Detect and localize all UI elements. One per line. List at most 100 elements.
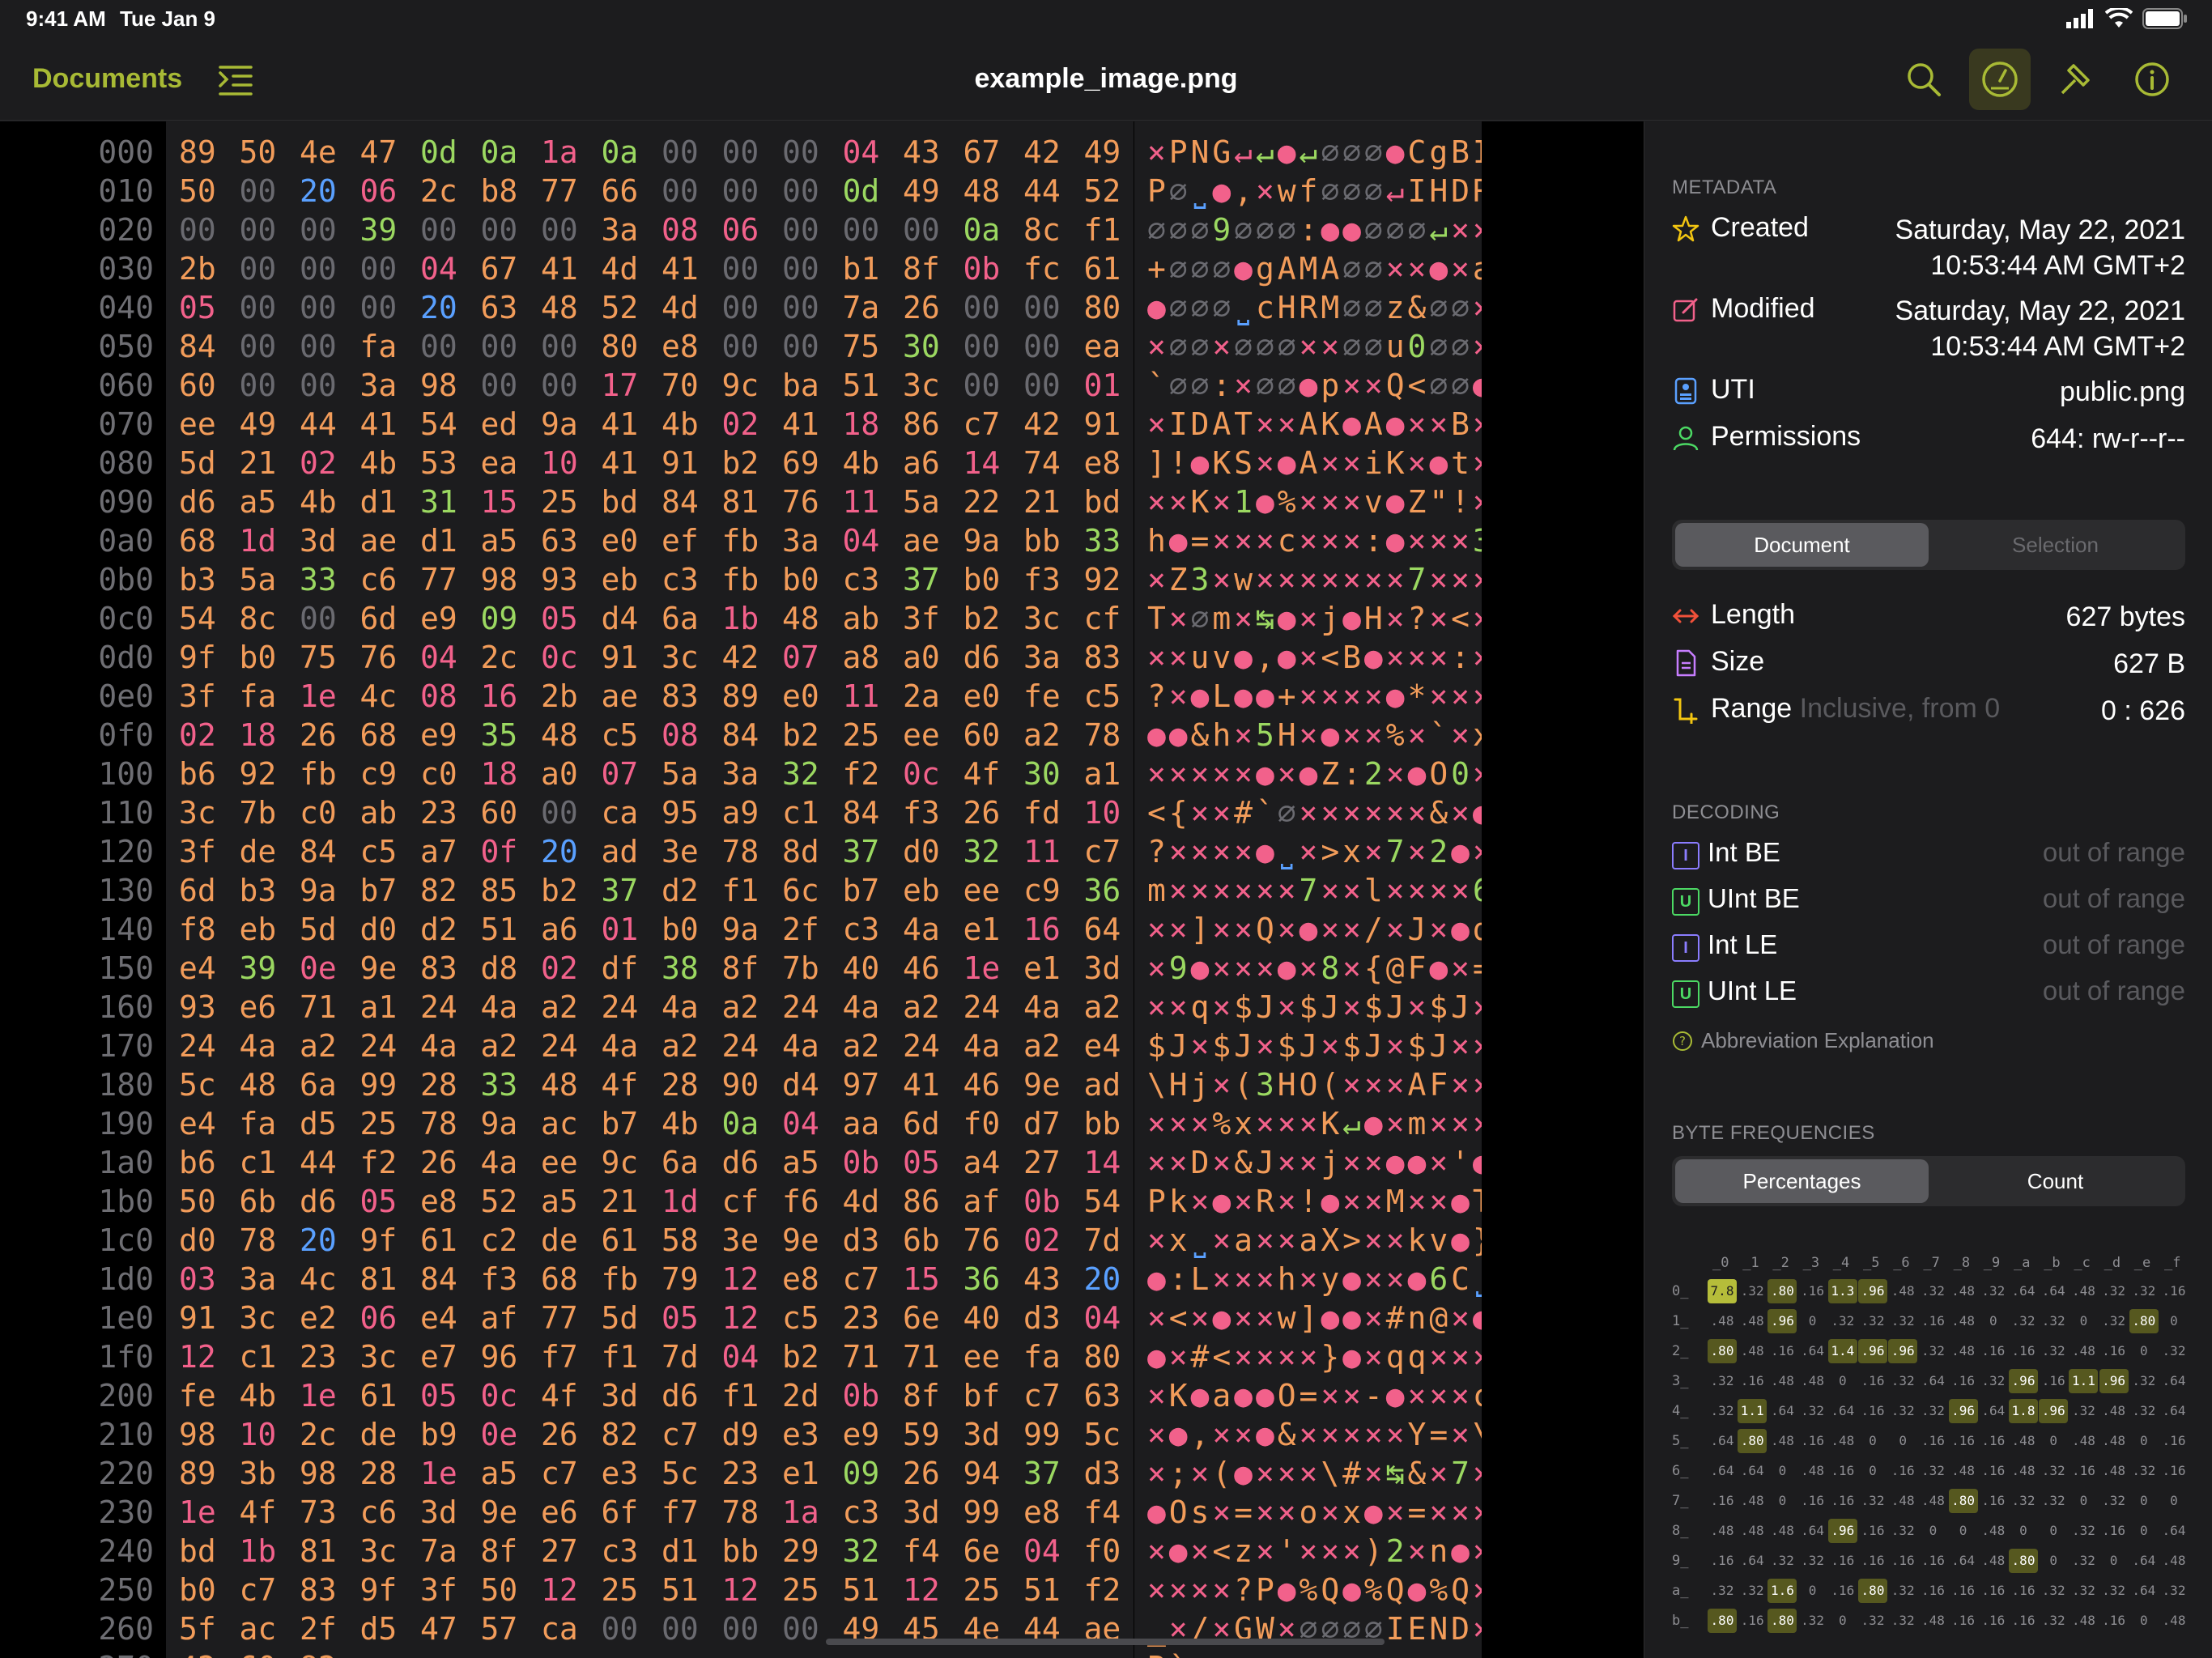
ascii-row[interactable]: $J×$J×$J×$J×$J×× <box>1146 1027 1493 1065</box>
hex-byte[interactable]: 2f <box>300 1609 360 1648</box>
ascii-char[interactable]: × <box>1427 1182 1449 1221</box>
hex-byte[interactable]: 68 <box>179 521 240 560</box>
ascii-char[interactable]: ● <box>1298 366 1320 405</box>
ascii-char[interactable]: Y <box>1406 1415 1428 1454</box>
frequency-cell[interactable]: .80 <box>1708 1609 1737 1633</box>
ascii-row[interactable]: ×××××●×●Z:2×●O0× <box>1146 755 1493 793</box>
hex-row[interactable]: e4 39 0e 9e 83 d8 02 df 38 8f 7b 40 46 1e e1 3d <box>179 949 1144 988</box>
hex-byte[interactable]: 4a <box>963 1027 1024 1065</box>
ascii-char[interactable]: q <box>1406 1337 1428 1376</box>
ascii-char[interactable]: ∅ <box>1449 327 1471 366</box>
frequency-cell[interactable]: 0 <box>2129 1489 2159 1513</box>
hex-byte[interactable]: 48 <box>240 1065 300 1104</box>
ascii-char[interactable]: × <box>1449 1027 1471 1065</box>
ascii-char[interactable]: $ <box>1298 988 1320 1027</box>
hex-byte[interactable]: 51 <box>843 1571 904 1609</box>
hex-byte[interactable]: 00 <box>843 210 904 249</box>
hex-byte[interactable]: 20 <box>541 832 602 871</box>
info-button[interactable] <box>2121 49 2183 110</box>
hex-byte[interactable]: 32 <box>782 755 843 793</box>
ascii-char[interactable]: × <box>1363 1221 1385 1260</box>
frequency-cell[interactable]: .96 <box>1858 1279 1887 1303</box>
ascii-char[interactable]: ∅ <box>1168 210 1189 249</box>
hex-byte[interactable]: 84 <box>843 793 904 832</box>
hex-byte[interactable]: fb <box>300 755 360 793</box>
frequency-cell[interactable]: 0 <box>1979 1309 2008 1333</box>
hex-byte[interactable]: 00 <box>481 327 542 366</box>
hex-byte[interactable]: 05 <box>179 288 240 327</box>
hex-byte[interactable]: 3f <box>420 1571 481 1609</box>
frequency-cell[interactable]: .16 <box>1708 1489 1737 1513</box>
hex-byte[interactable]: d3 <box>843 1221 904 1260</box>
hex-byte[interactable]: 05 <box>541 599 602 638</box>
ascii-char[interactable]: $ <box>1146 1027 1168 1065</box>
ascii-char[interactable]: × <box>1254 444 1276 483</box>
hex-byte[interactable]: 12 <box>179 1337 240 1376</box>
hex-byte[interactable]: 32 <box>843 1532 904 1571</box>
hex-byte[interactable]: 99 <box>1023 1415 1084 1454</box>
ascii-char[interactable]: + <box>1276 677 1298 716</box>
hex-row[interactable]: 3c 7b c0 ab 23 60 00 ca 95 a9 c1 84 f3 26 fd 10 <box>179 793 1144 832</box>
hex-byte[interactable]: 00 <box>963 288 1024 327</box>
hex-byte[interactable]: 41 <box>360 405 421 444</box>
hex-byte[interactable]: 41 <box>661 249 722 288</box>
hex-byte[interactable]: c3 <box>843 560 904 599</box>
frequency-cell[interactable]: 0 <box>2159 1309 2189 1333</box>
hex-byte[interactable]: 28 <box>420 1065 481 1104</box>
ascii-char[interactable]: × <box>1319 1493 1341 1532</box>
ascii-char[interactable]: J <box>1168 1027 1189 1065</box>
ascii-char[interactable]: K <box>1168 1376 1189 1415</box>
hex-byte[interactable]: 0e <box>300 949 360 988</box>
ascii-char[interactable]: × <box>1385 560 1406 599</box>
hex-byte[interactable]: 99 <box>360 1065 421 1104</box>
hex-byte[interactable]: 00 <box>1023 366 1084 405</box>
ascii-char[interactable]: × <box>1232 1260 1254 1299</box>
frequency-cell[interactable]: .48 <box>2069 1609 2098 1633</box>
hex-byte[interactable]: e8 <box>1023 1493 1084 1532</box>
ascii-char[interactable]: × <box>1298 793 1320 832</box>
frequency-cell[interactable]: .32 <box>2039 1309 2068 1333</box>
hex-byte[interactable]: 61 <box>360 1376 421 1415</box>
frequency-cell[interactable]: .32 <box>1798 1549 1827 1573</box>
ascii-char[interactable]: C <box>1449 1260 1471 1299</box>
hex-byte[interactable]: 00 <box>782 249 843 288</box>
ascii-char[interactable]: × <box>1449 560 1471 599</box>
hex-byte[interactable]: a2 <box>843 1027 904 1065</box>
ascii-char[interactable]: A <box>1406 1065 1428 1104</box>
ascii-char[interactable]: & <box>1276 1415 1298 1454</box>
hex-byte[interactable]: fa <box>360 327 421 366</box>
hex-byte[interactable]: 00 <box>661 1609 722 1648</box>
ascii-char[interactable]: C <box>1406 133 1428 172</box>
frequency-cell[interactable]: 0 <box>1888 1429 1917 1453</box>
frequency-cell[interactable]: .48 <box>2099 1399 2129 1423</box>
frequency-cell[interactable]: .32 <box>2069 1549 2098 1573</box>
ascii-char[interactable]: × <box>1319 483 1341 521</box>
hex-byte[interactable]: 42 <box>722 638 783 677</box>
ascii-char[interactable]: , <box>1189 1415 1211 1454</box>
hex-byte[interactable]: 5a <box>240 560 300 599</box>
hex-byte[interactable]: d6 <box>963 638 1024 677</box>
hex-byte[interactable]: c7 <box>843 1260 904 1299</box>
ascii-char[interactable]: ● <box>1210 172 1232 210</box>
hex-byte[interactable]: b6 <box>179 755 240 793</box>
hex-byte[interactable]: 06 <box>722 210 783 249</box>
hex-byte[interactable]: f2 <box>360 1143 421 1182</box>
ascii-char[interactable]: K <box>1189 483 1211 521</box>
frequency-cell[interactable]: .16 <box>2009 1579 2038 1603</box>
hex-byte[interactable]: 41 <box>782 405 843 444</box>
hex-byte[interactable]: 71 <box>843 1337 904 1376</box>
hex-byte[interactable]: ef <box>661 521 722 560</box>
hex-byte[interactable]: 8c <box>1023 210 1084 249</box>
ascii-row[interactable]: m××××××7××l××××6 <box>1146 871 1493 910</box>
hex-byte[interactable]: 99 <box>963 1493 1024 1532</box>
ascii-char[interactable]: × <box>1276 1182 1298 1221</box>
hex-byte[interactable]: 21 <box>1023 483 1084 521</box>
frequency-cell[interactable]: .48 <box>1949 1459 1978 1483</box>
hex-byte[interactable]: 60 <box>481 793 542 832</box>
hex-byte[interactable]: 24 <box>179 1027 240 1065</box>
ascii-row[interactable]: `∅∅:×∅∅●p××Q<∅∅● <box>1146 366 1493 405</box>
ascii-char[interactable]: J <box>1254 1143 1276 1182</box>
ascii-char[interactable]: , <box>1254 638 1276 677</box>
ascii-char[interactable]: × <box>1385 793 1406 832</box>
ascii-char[interactable]: P <box>1146 1182 1168 1221</box>
